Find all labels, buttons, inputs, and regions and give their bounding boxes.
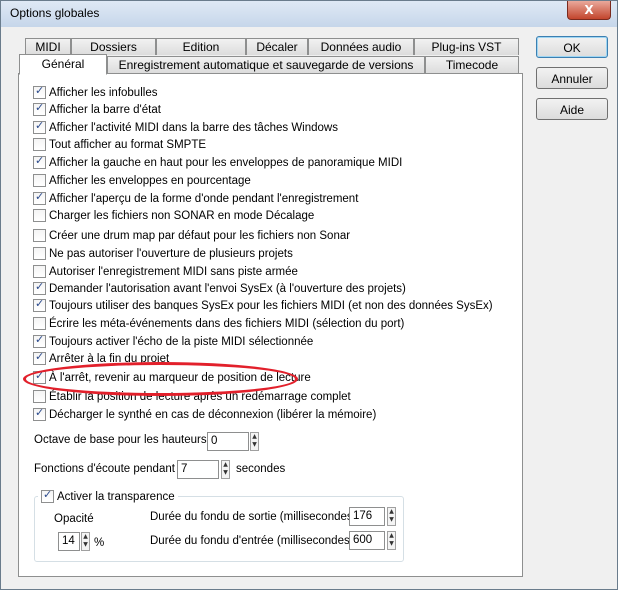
option-checkbox[interactable] bbox=[33, 297, 46, 312]
option-row[interactable]: Afficher l'activité MIDI dans la barre d… bbox=[33, 119, 338, 135]
option-label: Afficher la barre d'état bbox=[49, 103, 161, 116]
option-label: Toujours utiliser des banques SysEx pour… bbox=[49, 299, 493, 312]
octave-spinner[interactable]: ▲ ▼ bbox=[250, 432, 259, 451]
option-label: Afficher les enveloppes en pourcentage bbox=[49, 174, 251, 187]
opacity-input[interactable]: 14 bbox=[58, 532, 80, 551]
chevron-up-icon[interactable]: ▲ bbox=[82, 533, 89, 541]
tab-plugins-vst[interactable]: Plug-ins VST bbox=[414, 38, 519, 55]
chevron-up-icon[interactable]: ▲ bbox=[388, 532, 395, 540]
option-row[interactable]: Créer une drum map par défaut pour les f… bbox=[33, 228, 350, 243]
option-checkbox[interactable] bbox=[33, 247, 46, 260]
option-label: Écrire les méta-événements dans des fich… bbox=[49, 317, 405, 330]
listen-unit: secondes bbox=[236, 463, 286, 475]
listen-label: Fonctions d'écoute pendant bbox=[34, 463, 175, 475]
option-label: Afficher les infobulles bbox=[49, 86, 158, 99]
option-row[interactable]: Demander l'autorisation avant l'envoi Sy… bbox=[33, 280, 406, 296]
option-checkbox[interactable] bbox=[33, 350, 46, 365]
octave-label: Octave de base pour les hauteurs bbox=[34, 434, 207, 446]
tab-enregistrement-automatique[interactable]: Enregistrement automatique et sauvegarde… bbox=[107, 56, 425, 73]
chevron-up-icon[interactable]: ▲ bbox=[222, 461, 229, 469]
tab-midi[interactable]: MIDI bbox=[25, 38, 71, 55]
transparency-group bbox=[34, 496, 404, 562]
tab-decaler[interactable]: Décaler bbox=[246, 38, 308, 55]
option-label: Créer une drum map par défaut pour les f… bbox=[49, 229, 351, 242]
option-checkbox[interactable] bbox=[33, 209, 46, 222]
listen-input[interactable]: 7 bbox=[177, 460, 219, 479]
option-row[interactable]: Décharger le synthé en cas de déconnexio… bbox=[33, 406, 377, 422]
option-row[interactable]: Tout afficher au format SMPTE bbox=[33, 137, 206, 152]
chevron-down-icon[interactable]: ▼ bbox=[251, 441, 258, 449]
listen-spinner[interactable]: ▲ ▼ bbox=[221, 460, 230, 479]
tab-donnees-audio[interactable]: Données audio bbox=[308, 38, 414, 55]
window-title: Options globales bbox=[10, 6, 100, 20]
chevron-up-icon[interactable]: ▲ bbox=[388, 508, 395, 516]
option-row[interactable]: Afficher la gauche en haut pour les enve… bbox=[33, 154, 403, 170]
option-label: Ne pas autoriser l'ouverture de plusieur… bbox=[49, 247, 293, 260]
option-checkbox[interactable] bbox=[33, 174, 46, 187]
help-button[interactable]: Aide bbox=[536, 98, 608, 120]
option-checkbox[interactable] bbox=[33, 190, 46, 205]
option-checkbox[interactable] bbox=[33, 138, 46, 151]
chevron-down-icon[interactable]: ▼ bbox=[388, 516, 395, 524]
option-label: Afficher l'activité MIDI dans la barre d… bbox=[49, 121, 338, 134]
option-checkbox[interactable] bbox=[33, 406, 46, 421]
transparency-checkbox[interactable] bbox=[41, 488, 54, 503]
highlight-ellipse bbox=[23, 362, 298, 396]
option-checkbox[interactable] bbox=[33, 317, 46, 330]
options-dialog: Options globales X MIDI Dossiers Edition… bbox=[0, 0, 618, 590]
octave-input[interactable]: 0 bbox=[207, 432, 249, 451]
opacity-unit: % bbox=[94, 537, 105, 549]
chevron-down-icon[interactable]: ▼ bbox=[222, 469, 229, 477]
option-label: Charger les fichiers non SONAR en mode D… bbox=[49, 209, 315, 222]
chevron-down-icon[interactable]: ▼ bbox=[388, 540, 395, 548]
option-checkbox[interactable] bbox=[33, 101, 46, 116]
option-checkbox[interactable] bbox=[33, 119, 46, 134]
chevron-down-icon[interactable]: ▼ bbox=[82, 541, 89, 549]
option-checkbox[interactable] bbox=[33, 154, 46, 169]
transparency-label: Activer la transparence bbox=[57, 490, 175, 503]
option-checkbox[interactable] bbox=[33, 265, 46, 278]
option-row[interactable]: Ne pas autoriser l'ouverture de plusieur… bbox=[33, 246, 293, 261]
option-label: Autoriser l'enregistrement MIDI sans pis… bbox=[49, 265, 298, 278]
option-checkbox[interactable] bbox=[33, 280, 46, 295]
option-label: Afficher l'aperçu de la forme d'onde pen… bbox=[49, 192, 359, 205]
fade-out-input[interactable]: 176 bbox=[349, 507, 385, 526]
option-row[interactable]: Autoriser l'enregistrement MIDI sans pis… bbox=[33, 264, 298, 279]
option-label: Tout afficher au format SMPTE bbox=[49, 138, 207, 151]
option-checkbox[interactable] bbox=[33, 333, 46, 348]
close-button[interactable]: X bbox=[567, 1, 611, 20]
option-row[interactable]: Toujours activer l'écho de la piste MIDI… bbox=[33, 333, 314, 349]
option-label: Décharger le synthé en cas de déconnexio… bbox=[49, 408, 377, 421]
option-row[interactable]: Afficher la barre d'état bbox=[33, 101, 161, 117]
option-label: Afficher la gauche en haut pour les enve… bbox=[49, 156, 403, 169]
chevron-up-icon[interactable]: ▲ bbox=[251, 433, 258, 441]
transparency-checkbox-row[interactable]: Activer la transparence bbox=[38, 488, 178, 503]
tab-general[interactable]: Général bbox=[19, 54, 107, 75]
fade-out-spinner[interactable]: ▲ ▼ bbox=[387, 507, 396, 526]
fade-in-label: Durée du fondu d'entrée (millisecondes) … bbox=[150, 535, 360, 547]
option-row[interactable]: Afficher les infobulles bbox=[33, 84, 158, 100]
option-checkbox[interactable] bbox=[33, 84, 46, 99]
option-checkbox[interactable] bbox=[33, 390, 46, 403]
opacity-spinner[interactable]: ▲ ▼ bbox=[81, 532, 90, 551]
option-row[interactable]: Afficher l'aperçu de la forme d'onde pen… bbox=[33, 190, 359, 206]
fade-in-spinner[interactable]: ▲ ▼ bbox=[387, 531, 396, 550]
cancel-button[interactable]: Annuler bbox=[536, 67, 608, 89]
fade-out-label: Durée du fondu de sortie (millisecondes)… bbox=[150, 511, 363, 523]
tab-dossiers[interactable]: Dossiers bbox=[71, 38, 156, 55]
option-row[interactable]: Toujours utiliser des banques SysEx pour… bbox=[33, 297, 493, 313]
fade-in-input[interactable]: 600 bbox=[349, 531, 385, 550]
title-bar: Options globales X bbox=[1, 1, 617, 27]
option-label: Toujours activer l'écho de la piste MIDI… bbox=[49, 335, 314, 348]
option-row[interactable]: Afficher les enveloppes en pourcentage bbox=[33, 173, 251, 188]
tab-edition[interactable]: Edition bbox=[156, 38, 246, 55]
option-row[interactable]: Écrire les méta-événements dans des fich… bbox=[33, 316, 404, 331]
opacity-label: Opacité bbox=[54, 513, 94, 525]
tab-timecode[interactable]: Timecode bbox=[425, 56, 519, 73]
ok-button[interactable]: OK bbox=[536, 36, 608, 58]
option-row[interactable]: Charger les fichiers non SONAR en mode D… bbox=[33, 208, 314, 223]
option-label: Demander l'autorisation avant l'envoi Sy… bbox=[49, 282, 406, 295]
option-checkbox[interactable] bbox=[33, 229, 46, 242]
